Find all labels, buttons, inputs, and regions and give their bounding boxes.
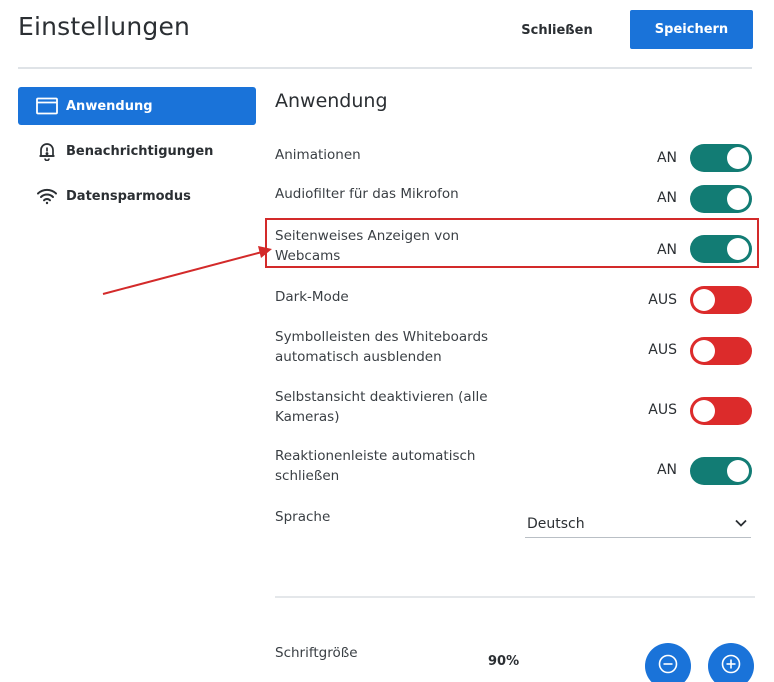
section-divider [275, 596, 755, 598]
setting-label-dark-mode: Dark-Mode [275, 289, 349, 305]
sidebar-item-benachrichtigungen[interactable]: Benachrichtigungen [18, 132, 256, 170]
language-label: Sprache [275, 509, 331, 525]
wifi-icon [36, 186, 58, 206]
sidebar-item-label: Anwendung [66, 98, 153, 114]
sidebar: Anwendung Benachrichtigungen Datensparmo… [18, 87, 256, 222]
setting-label-selbstansicht: Selbstansicht deaktivieren (alle Kameras… [275, 389, 488, 425]
bell-alert-icon [36, 141, 58, 161]
toggle-knob [727, 147, 749, 169]
toggle-knob [693, 340, 715, 362]
chevron-down-icon [735, 517, 747, 530]
toggle-dark-mode[interactable] [690, 286, 752, 314]
toggle-animationen[interactable] [690, 144, 752, 172]
plus-circle-icon [721, 654, 741, 678]
increase-font-button[interactable] [708, 643, 754, 682]
minus-circle-icon [658, 654, 678, 678]
toggle-selbstansicht[interactable] [690, 397, 752, 425]
sidebar-item-anwendung[interactable]: Anwendung [18, 87, 256, 125]
application-window-icon [36, 96, 58, 116]
toggle-knob [693, 400, 715, 422]
toggle-whiteboard-toolbars[interactable] [690, 337, 752, 365]
setting-state: AN [656, 150, 677, 166]
header-divider [18, 67, 752, 69]
close-button[interactable]: Schließen [512, 18, 602, 42]
save-button[interactable]: Speichern [630, 10, 753, 49]
language-select-value: Deutsch [527, 515, 585, 532]
setting-label-whiteboard-toolbars: Symbolleisten des Whiteboards automatisc… [275, 329, 489, 365]
font-size-value: 90% [488, 654, 520, 669]
annotation-highlight-box [265, 218, 759, 268]
language-select[interactable]: Deutsch [525, 510, 751, 538]
setting-state: AN [656, 462, 677, 478]
setting-state: AUS [648, 342, 677, 358]
setting-label-reaktionenleiste: Reaktionenleiste automatisch schließen [275, 448, 476, 484]
sidebar-item-label: Benachrichtigungen [66, 143, 214, 159]
setting-state: AN [656, 190, 677, 206]
setting-label-animationen: Animationen [275, 147, 361, 163]
toggle-audiofilter[interactable] [690, 185, 752, 213]
sidebar-item-datensparmodus[interactable]: Datensparmodus [18, 177, 256, 215]
toggle-knob [727, 460, 749, 482]
toggle-reaktionenleiste[interactable] [690, 457, 752, 485]
toggle-knob [693, 289, 715, 311]
setting-state: AUS [648, 402, 677, 418]
page-title: Einstellungen [18, 12, 191, 41]
setting-label-audiofilter: Audiofilter für das Mikrofon [275, 186, 459, 202]
font-size-label: Schriftgröße [275, 645, 358, 661]
section-title: Anwendung [275, 90, 388, 112]
toggle-knob [727, 188, 749, 210]
sidebar-item-label: Datensparmodus [66, 188, 191, 204]
decrease-font-button[interactable] [645, 643, 691, 682]
setting-state: AUS [648, 292, 677, 308]
